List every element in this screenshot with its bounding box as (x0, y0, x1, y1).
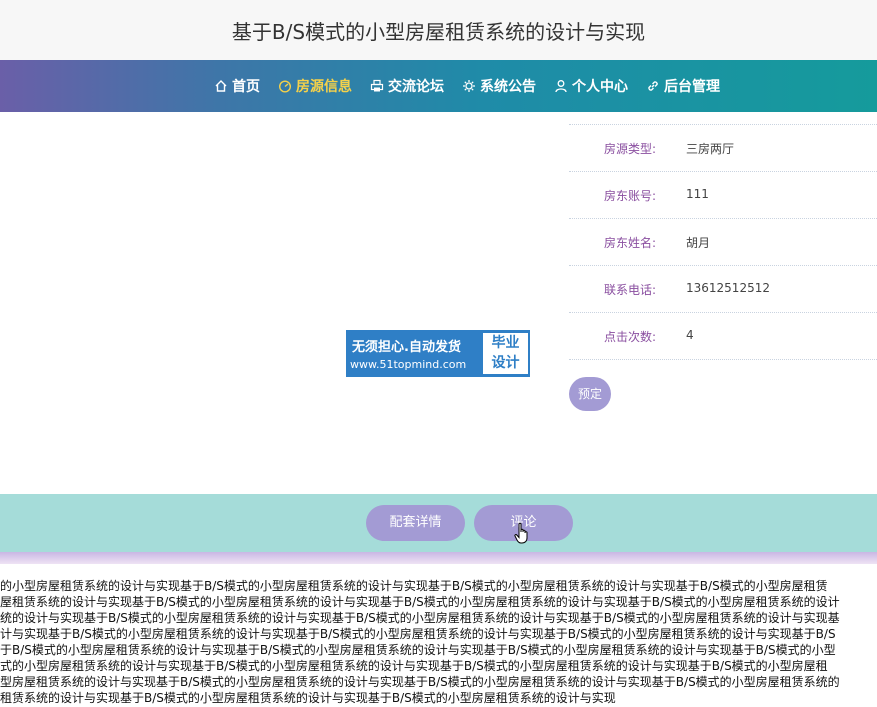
detail-row-type: 房源类型: 三房两厅 (569, 125, 877, 172)
nav-item-forum[interactable]: 交流论坛 (370, 60, 444, 112)
nav-items: 首页 房源信息 交流论坛 系统公告 个人中心 后台管理 (214, 60, 738, 112)
watermark-right-line2: 设计 (491, 355, 520, 371)
detail-value: 13612512512 (686, 281, 770, 295)
nav-item-announcements[interactable]: 系统公告 (462, 60, 536, 112)
title-bar: 基于B/S模式的小型房屋租赁系统的设计与实现 (0, 0, 877, 60)
watermark-left: 无须担心.自动发货 www.51topmind.com (347, 331, 483, 376)
nav-item-listings[interactable]: 房源信息 (278, 60, 352, 112)
detail-row-phone: 联系电话: 13612512512 (569, 266, 877, 313)
detail-label: 房东账号: (604, 189, 657, 203)
footer-line: 式的小型房屋租赁系统的设计与实现基于B/S模式的小型房屋租赁系统的设计与实现基于… (0, 659, 828, 673)
nav-item-home[interactable]: 首页 (214, 60, 260, 112)
nav-item-label: 房源信息 (296, 79, 352, 95)
detail-label: 房东姓名: (604, 236, 657, 250)
footer-line: 租赁系统的设计与实现基于B/S模式的小型房屋租赁系统的设计与实现基于B/S模式的… (0, 691, 616, 705)
watermark-right-line1: 毕业 (491, 335, 520, 351)
gauge-icon (278, 79, 292, 93)
tab-amenities[interactable]: 配套详情 (366, 505, 465, 541)
footer-line: 型房屋租赁系统的设计与实现基于B/S模式的小型房屋租赁系统的设计与实现基于B/S… (0, 675, 840, 689)
nav-item-profile[interactable]: 个人中心 (554, 60, 628, 112)
watermark-url: www.51topmind.com (350, 358, 467, 371)
footer-line: 统的设计与实现基于B/S模式的小型房屋租赁系统的设计与实现基于B/S模式的小型房… (0, 611, 840, 625)
nav-item-label: 交流论坛 (388, 79, 444, 95)
detail-row-landlord-name: 房东姓名: 胡月 (569, 219, 877, 266)
footer-marquee: 的小型房屋租赁系统的设计与实现基于B/S模式的小型房屋租赁系统的设计与实现基于B… (0, 573, 877, 707)
footer-line: 的小型房屋租赁系统的设计与实现基于B/S模式的小型房屋租赁系统的设计与实现基于B… (0, 579, 828, 593)
printer-icon (370, 79, 384, 93)
detail-row-clicks: 点击次数: 4 (569, 313, 877, 360)
user-icon (554, 79, 568, 93)
listing-details: 房源类型: 三房两厅 房东账号: 111 房东姓名: 胡月 联系电话: 1361… (569, 124, 877, 360)
nav-item-label: 系统公告 (480, 79, 536, 95)
nav-item-label: 个人中心 (572, 79, 628, 95)
book-button[interactable]: 预定 (569, 377, 611, 411)
tab-bar: 配套详情 评论 (0, 494, 877, 552)
detail-value: 4 (686, 328, 694, 342)
page-title: 基于B/S模式的小型房屋租赁系统的设计与实现 (231, 20, 646, 44)
detail-row-landlord-account: 房东账号: 111 (569, 172, 877, 219)
nav-item-label: 后台管理 (664, 79, 720, 95)
watermark-right: 毕业 设计 (483, 333, 528, 374)
gear-icon (462, 79, 476, 93)
detail-label: 点击次数: (604, 330, 657, 344)
nav-item-admin[interactable]: 后台管理 (646, 60, 720, 112)
hand-cursor-icon (514, 522, 530, 544)
footer-line: 屋租赁系统的设计与实现基于B/S模式的小型房屋租赁系统的设计与实现基于B/S模式… (0, 595, 840, 609)
footer-divider (0, 552, 877, 564)
link-icon (646, 79, 660, 93)
watermark-slogan: 无须担心.自动发货 (352, 340, 461, 355)
main-navbar: 首页 房源信息 交流论坛 系统公告 个人中心 后台管理 (0, 60, 877, 112)
detail-value: 111 (686, 187, 709, 201)
detail-label: 联系电话: (604, 283, 657, 297)
home-icon (214, 79, 228, 93)
detail-value: 三房两厅 (686, 142, 735, 156)
watermark-badge: 无须担心.自动发货 www.51topmind.com 毕业 设计 (346, 330, 530, 377)
footer-line: 计与实现基于B/S模式的小型房屋租赁系统的设计与实现基于B/S模式的小型房屋租赁… (0, 627, 836, 641)
nav-item-label: 首页 (232, 79, 260, 95)
detail-value: 胡月 (686, 236, 711, 250)
footer-line: 于B/S模式的小型房屋租赁系统的设计与实现基于B/S模式的小型房屋租赁系统的设计… (0, 643, 836, 657)
detail-label: 房源类型: (604, 142, 657, 156)
